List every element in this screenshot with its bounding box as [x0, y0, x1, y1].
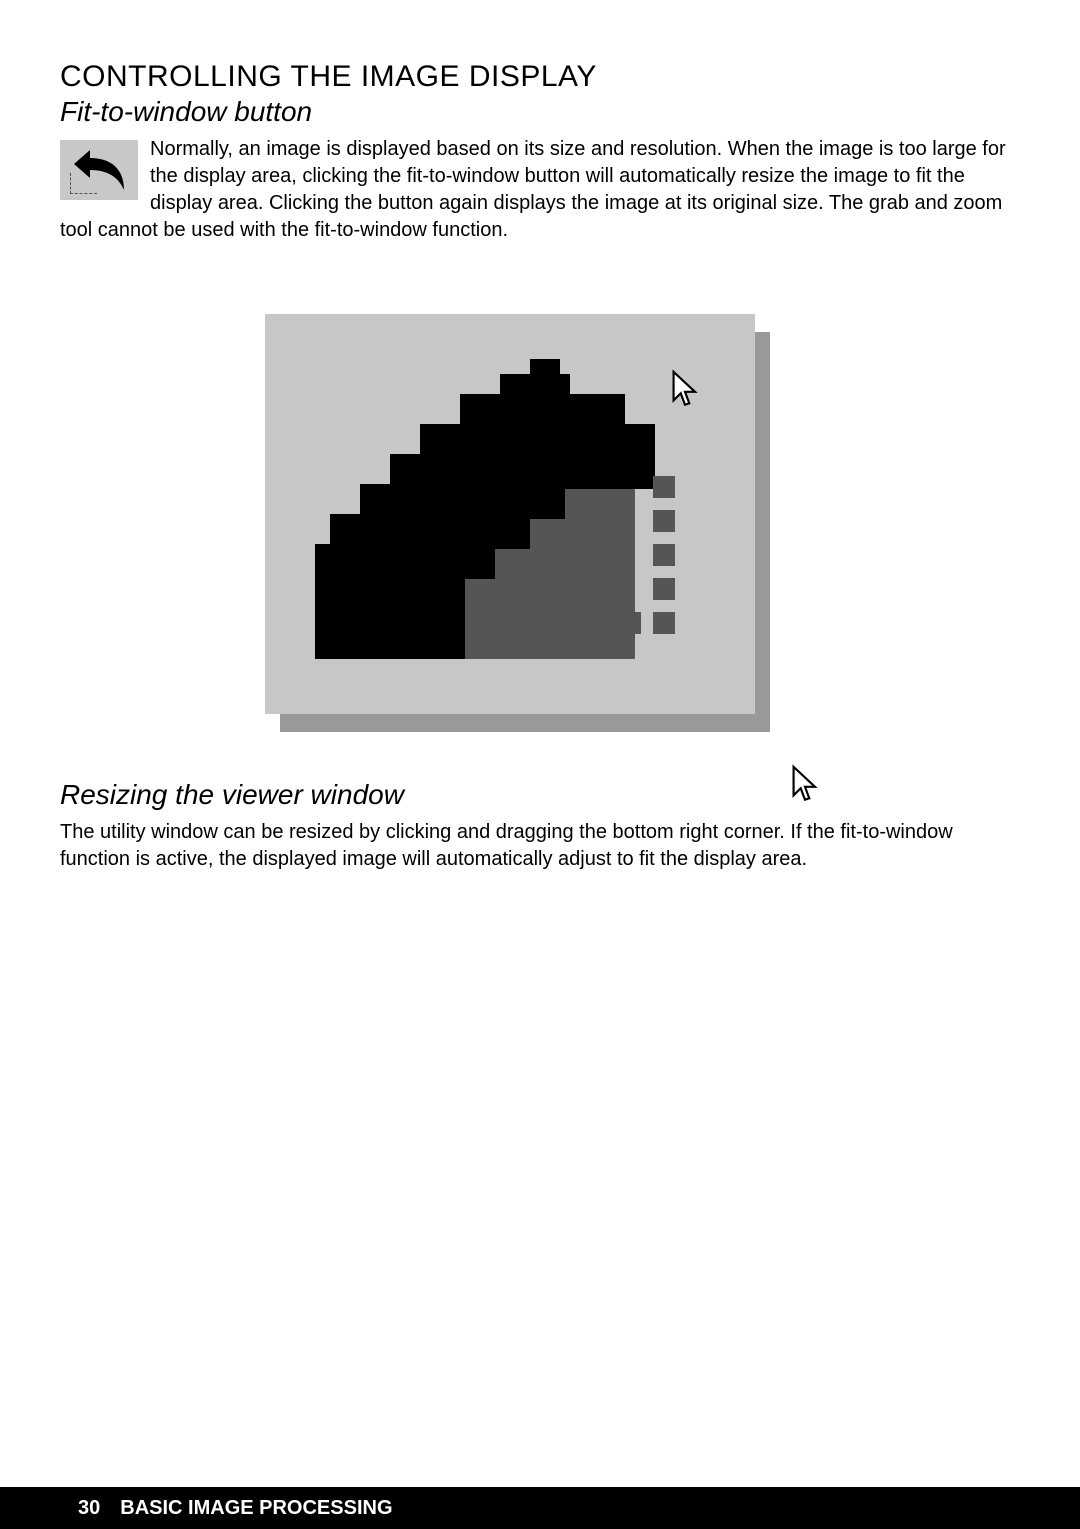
resize-handle-dot: [653, 476, 675, 498]
cursor-icon: [790, 764, 820, 809]
resize-handle-dot: [653, 544, 675, 566]
resizing-viewer-description: The utility window can be resized by cli…: [60, 819, 1020, 873]
subheading-resizing-viewer: Resizing the viewer window: [60, 779, 1020, 811]
section-resizing-viewer: Resizing the viewer window The utility w…: [60, 779, 1020, 873]
section-fit-to-window: Fit-to-window button Normally, an image …: [60, 96, 1020, 244]
resize-handle-dot: [585, 612, 607, 634]
page-number: 30: [78, 1497, 100, 1520]
page-footer: 30 BASIC IMAGE PROCESSING: [0, 1487, 1080, 1529]
fit-to-window-icon: [60, 140, 138, 200]
subheading-fit-to-window: Fit-to-window button: [60, 96, 1020, 128]
pixel-block: [315, 574, 465, 659]
illustration-resize-window: [60, 314, 1020, 769]
resize-handle-dot: [653, 612, 675, 634]
resize-handle-dot: [619, 612, 641, 634]
chapter-title: BASIC IMAGE PROCESSING: [120, 1497, 392, 1520]
resize-handle-dot: [551, 612, 573, 634]
heading-controlling-image-display: CONTROLLING THE IMAGE DISPLAY: [60, 60, 1020, 94]
fit-to-window-description: Normally, an image is displayed based on…: [60, 136, 1020, 244]
cursor-icon: [670, 369, 700, 414]
selection-marquee-icon: [70, 173, 97, 194]
resize-handle-dot: [653, 510, 675, 532]
document-page: CONTROLLING THE IMAGE DISPLAY Fit-to-win…: [0, 0, 1080, 1529]
resize-handle-dot: [653, 578, 675, 600]
